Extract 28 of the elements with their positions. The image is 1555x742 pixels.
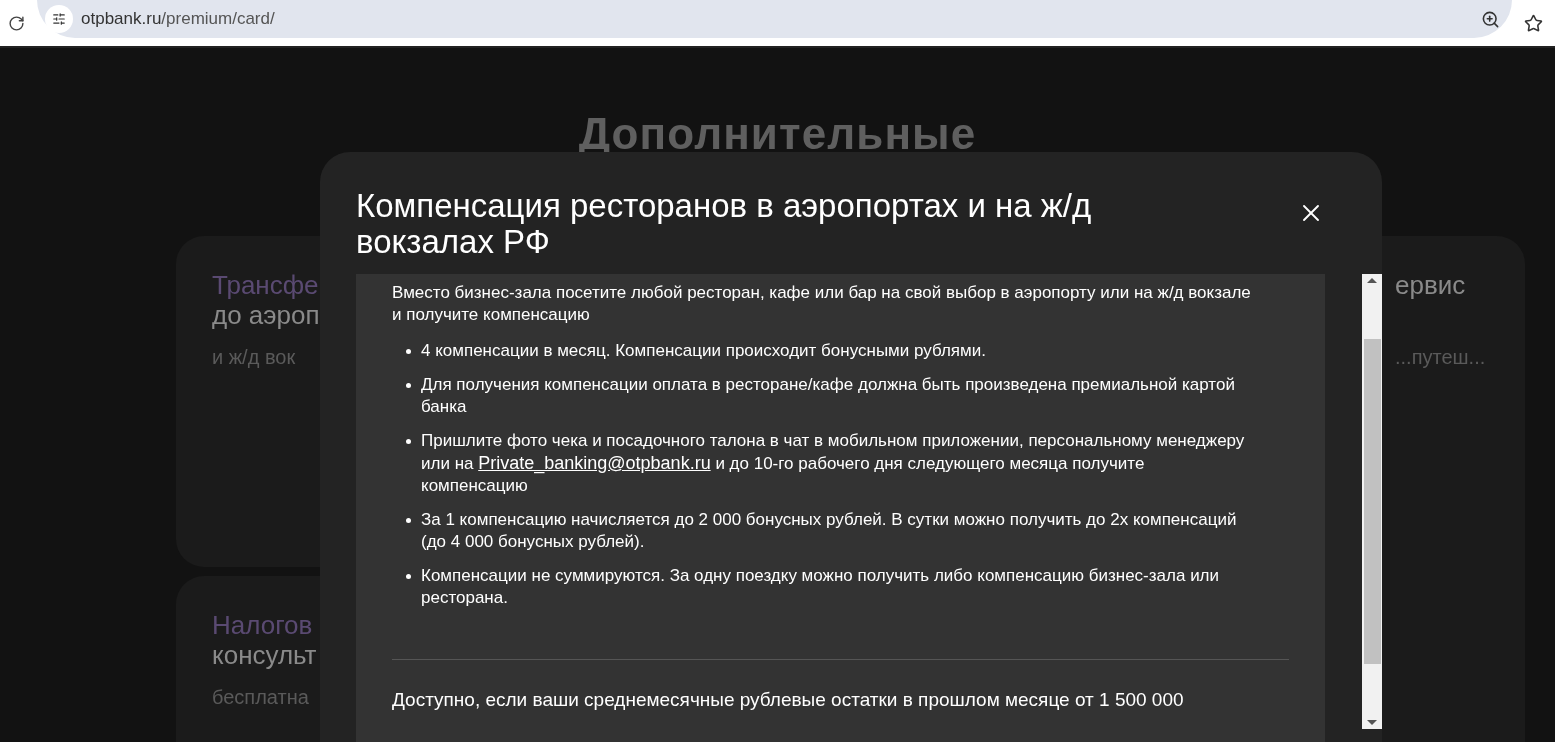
bookmark-star-icon[interactable] [1524, 13, 1543, 33]
card-title-accent: Налогов [212, 610, 313, 640]
card-title: ервис [1395, 270, 1466, 300]
reload-icon[interactable] [8, 14, 25, 32]
modal-title: Компенсация ресторанов в аэропортах и на ж/д вокзалах РФ [356, 188, 1093, 260]
scroll-up-arrow-icon[interactable] [1367, 278, 1377, 283]
card-subtitle: и ж/д вок [212, 345, 296, 370]
availability-text: Доступно, если ваши среднемесячные рублевые остатки в прошлом месяце от 1 500 000 [392, 688, 1185, 712]
email-link[interactable]: Private_banking@otpbank.ru [478, 453, 711, 473]
bullet-text: Компенсации не суммируются. За одну поездку можно получить либо компенсацию бизнес-зала или ресторана. [421, 565, 1221, 609]
card-title: до аэроп [212, 300, 320, 330]
card-subtitle: бесплатна [212, 685, 309, 710]
bullet-text: За 1 компенсацию начисляется до 2 000 бонусных рублей. В сутки можно получить до 2х компенсаций (до 4 000 бонусных рублей). [421, 509, 1238, 553]
bullet-text: Пришлите фото чека и посадочного талона в чат в мобильном приложении, персональному менеджеру или на Private_banking@otpbank.ru и до 10-го рабочего дня следующего месяца получите компенсацию [421, 430, 1246, 497]
intro-paragraph: Вместо бизнес-зала посетите любой ресторан, кафе или бар на свой выбор в аэропорту или на ж/д вокзале и получите компенсацию [392, 282, 1252, 326]
card-title-accent: Трансфе [212, 270, 319, 300]
card-subtitle: ...путеш... [1395, 345, 1486, 370]
card-title: консульт [212, 640, 317, 670]
zoom-icon[interactable] [1481, 9, 1500, 29]
bullet-text: 4 компенсации в месяц. Компенсации происходит бонусными рублями. [421, 340, 986, 362]
section-heading: Дополнительные [578, 116, 977, 152]
url-text: otpbank.ru/premium/card/ [81, 8, 275, 31]
address-bar[interactable]: otpbank.ru/premium/card/ [37, 0, 1512, 38]
scrollbar-thumb[interactable] [1363, 339, 1381, 664]
scroll-down-arrow-icon[interactable] [1367, 720, 1377, 725]
bullet-text: Для получения компенсации оплата в ресторане/кафе должна быть произведена премиальной картой банка [421, 374, 1236, 418]
scrollbar[interactable] [1362, 274, 1382, 729]
site-info-icon[interactable] [45, 5, 73, 33]
